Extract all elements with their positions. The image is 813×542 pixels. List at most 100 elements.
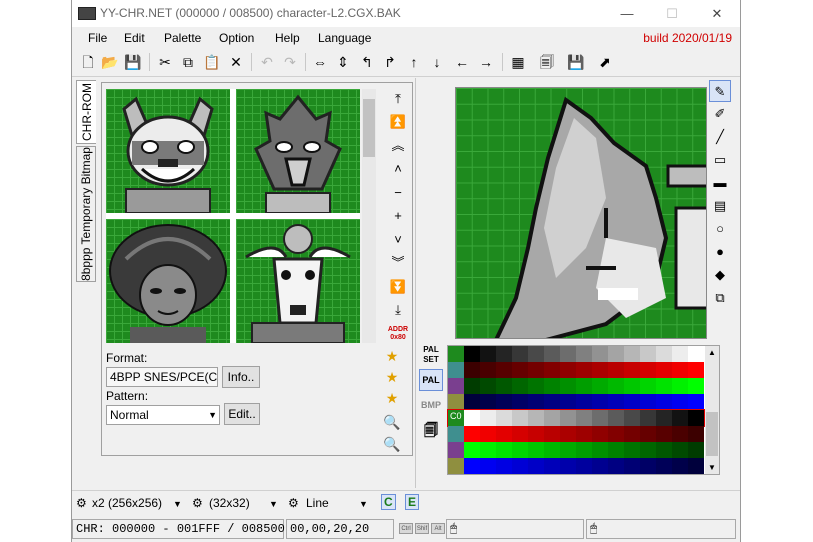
palette-swatch[interactable] [656,442,672,458]
palette-swatch[interactable] [512,346,528,362]
palette-swatch[interactable] [640,362,656,378]
palette-swatch[interactable] [656,410,672,426]
flip-vertical-icon[interactable]: ⇕ [333,52,353,72]
palette-swatch[interactable] [592,378,608,394]
zoom-out-icon[interactable]: 🔍 [379,434,405,454]
filled-circle-icon[interactable]: ● [709,241,731,263]
palette-swatch[interactable] [480,458,496,474]
palette-swatch[interactable] [576,346,592,362]
tile-girl[interactable] [106,219,230,343]
shift-right-icon[interactable]: → [476,52,496,72]
palette-swatch[interactable] [464,394,480,410]
zoom-in-icon[interactable]: 🔍 [379,412,405,432]
palette-swatch[interactable] [672,458,688,474]
palette-swatch[interactable] [592,410,608,426]
palette-swatch[interactable] [512,362,528,378]
palette-swatch[interactable] [576,378,592,394]
jump-bottom-icon[interactable]: ⤓ [386,300,410,320]
flip-horizontal-icon[interactable]: ⇔ [310,52,330,72]
rectangle-icon[interactable]: ▭ [709,149,731,171]
palette-swatch[interactable] [528,410,544,426]
palette-swatch[interactable] [560,362,576,378]
tile-scrollbar-thumb[interactable] [363,99,375,157]
palette-swatch[interactable] [672,362,688,378]
palette-export-icon[interactable]: 🗐 [419,419,443,441]
palette-scrollbar[interactable]: ▲ ▼ [705,346,719,474]
palette-swatch[interactable] [496,426,512,442]
palette-swatch[interactable] [560,458,576,474]
palette-swatch[interactable] [688,426,704,442]
palette-swatch[interactable] [608,346,624,362]
shift-left-icon[interactable]: ← [452,52,472,72]
palette-swatch[interactable] [592,394,608,410]
palette-swatch[interactable] [512,442,528,458]
palette-swatch[interactable] [592,426,608,442]
menu-edit[interactable]: Edit [124,31,145,45]
pal-button[interactable]: PAL [419,369,443,391]
scroll-up-icon[interactable]: ▲ [705,348,719,357]
palette-swatch[interactable] [496,410,512,426]
palette-swatch[interactable] [624,442,640,458]
palette-editor-icon[interactable]: ▦ [508,52,528,72]
pal-set-button[interactable]: PAL SET [419,345,443,367]
tile-scrollbar[interactable] [362,89,376,343]
palette-row[interactable] [448,426,704,442]
addr-value[interactable]: 0x80 [386,334,410,342]
palette-swatch[interactable] [576,426,592,442]
palette-swatch[interactable] [576,394,592,410]
zoom-select[interactable]: x2 (256x256) [92,496,162,510]
palette-swatch[interactable] [464,346,480,362]
tab-chr-rom[interactable]: CHR-ROM [76,80,96,144]
menu-file[interactable]: File [88,31,107,45]
chevron-down-icon[interactable]: ▼ [173,499,182,509]
palette-swatch[interactable] [480,394,496,410]
palette-swatch[interactable] [528,442,544,458]
palette-row[interactable] [448,394,704,410]
palette-swatch[interactable] [624,394,640,410]
palette-swatch[interactable] [672,410,688,426]
close-button[interactable]: ✕ [694,0,740,27]
palette-swatch[interactable] [640,378,656,394]
palette-swatch[interactable] [528,346,544,362]
palette-swatch[interactable] [592,362,608,378]
palette-swatch[interactable] [464,442,480,458]
palette-swatch[interactable] [544,362,560,378]
palette-swatch[interactable] [624,410,640,426]
paste-icon[interactable]: 📋 [202,52,222,72]
palette-row[interactable] [447,409,705,427]
rotate-left-icon[interactable]: ↰ [357,52,377,72]
palette-swatch[interactable] [528,394,544,410]
palette-swatch[interactable] [640,442,656,458]
palette-swatch[interactable] [512,394,528,410]
cut-icon[interactable]: ✂ [155,52,175,72]
palette-swatch[interactable] [512,458,528,474]
palette-swatch[interactable] [592,442,608,458]
palette-swatch[interactable] [688,362,704,378]
palette-swatch[interactable] [464,426,480,442]
shift-up-icon[interactable]: ↑ [404,52,424,72]
palette-swatch[interactable] [560,426,576,442]
palette-swatch[interactable] [624,426,640,442]
pixel-editor-canvas[interactable] [455,87,707,339]
palette-grid[interactable]: C0 ▲ ▼ [447,345,720,475]
copy-stamp-icon[interactable]: ⧉ [709,287,731,309]
palette-swatch[interactable] [448,426,464,442]
bookmark-add-icon[interactable]: ★ [379,367,405,387]
palette-swatch[interactable] [512,426,528,442]
palette-swatch[interactable] [624,362,640,378]
palette-row[interactable] [448,442,704,458]
tile-fox[interactable] [106,89,230,213]
tile-falcon[interactable] [236,89,360,213]
menu-option[interactable]: Option [219,31,254,45]
tile-goat[interactable] [236,219,360,343]
palette-swatch[interactable] [544,426,560,442]
palette-swatch[interactable] [672,378,688,394]
palette-swatch[interactable] [512,378,528,394]
palette-scrollbar-thumb[interactable] [706,412,718,456]
palette-swatch[interactable] [656,378,672,394]
palette-swatch[interactable] [480,410,496,426]
palette-swatch[interactable] [608,458,624,474]
menu-language[interactable]: Language [318,31,371,45]
palette-row[interactable] [448,362,704,378]
page-up-icon[interactable]: ⏫ [386,112,410,132]
